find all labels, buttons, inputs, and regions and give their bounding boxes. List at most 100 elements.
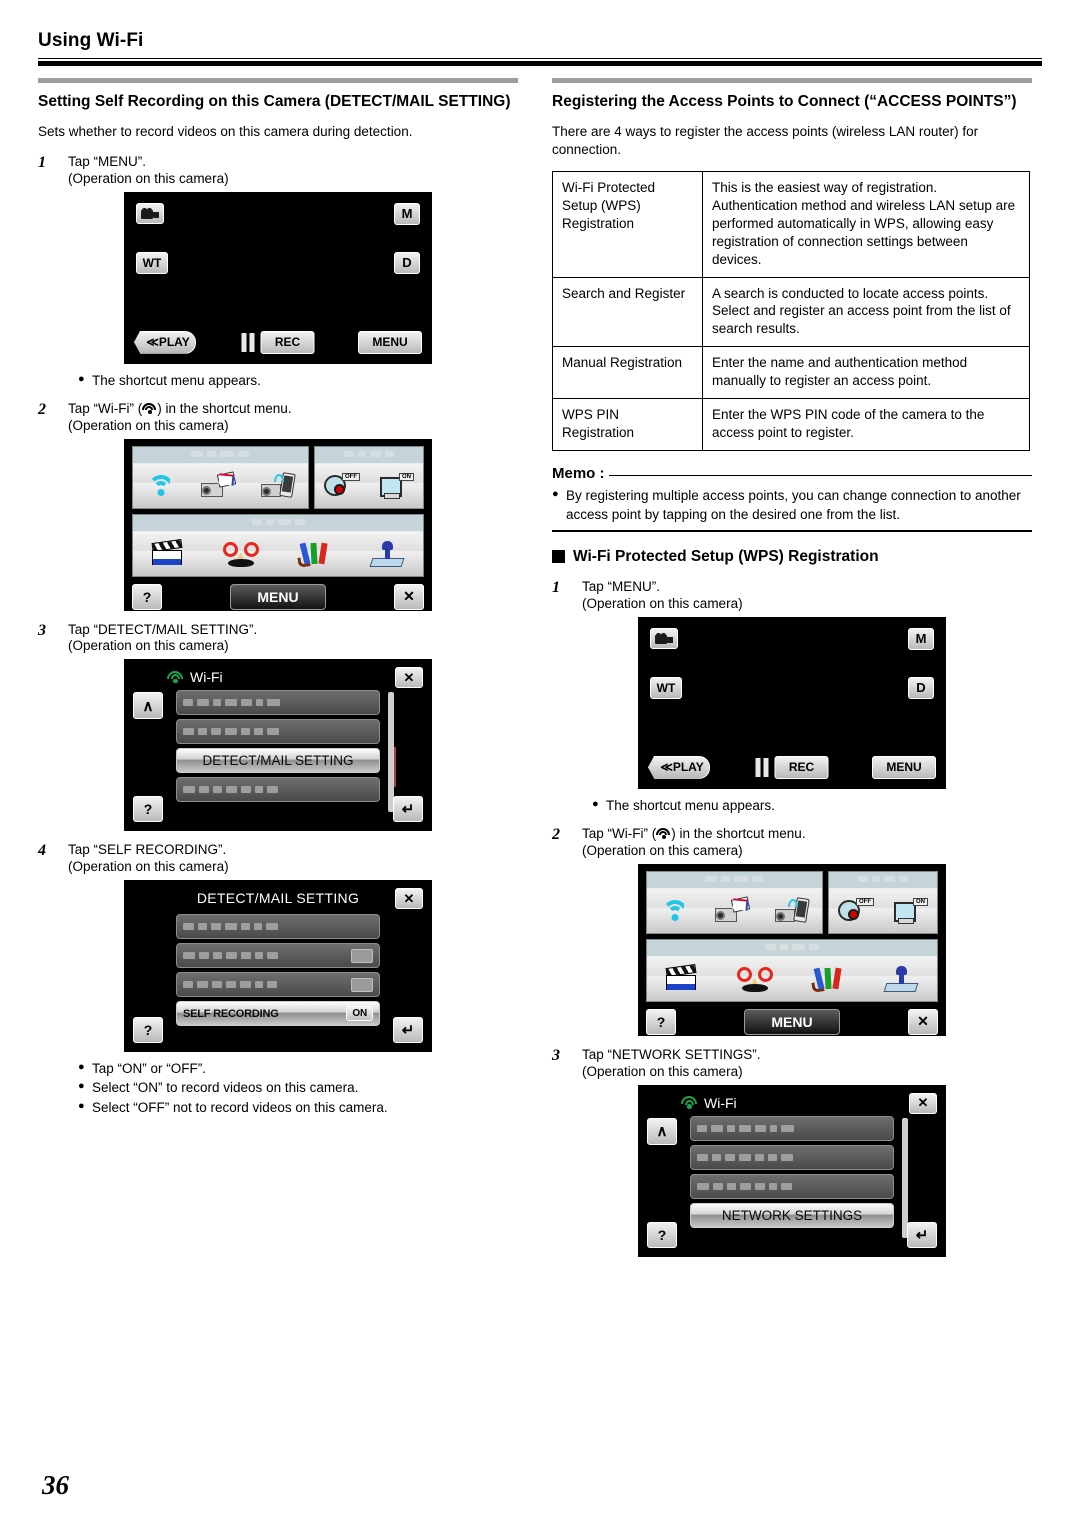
display-button[interactable]: D (908, 676, 934, 699)
close-icon[interactable]: ✕ (394, 583, 424, 610)
menu-button[interactable]: MENU (744, 1008, 840, 1035)
manual-mode-button[interactable]: M (908, 627, 934, 650)
size-on-icon[interactable]: ON (892, 897, 928, 924)
zoom-wt-button[interactable]: WT (650, 676, 682, 699)
rec-off-icon[interactable]: OFF (837, 897, 874, 924)
close-icon[interactable]: ✕ (908, 1008, 938, 1035)
list-item[interactable] (176, 972, 380, 998)
bullet-dot: ● (78, 1080, 85, 1093)
help-button[interactable]: ? (132, 583, 162, 610)
list-item[interactable] (176, 690, 380, 716)
rec-off-icon[interactable]: OFF (323, 472, 360, 499)
screen-title: Wi-Fi (133, 667, 423, 687)
play-button[interactable]: ≪PLAY (134, 330, 196, 354)
manual-page: Using Wi-Fi Setting Self Recording on th… (0, 0, 1080, 1527)
bullet-dot: ● (552, 488, 559, 501)
right-after-step1-bullets: ● The shortcut menu appears. (592, 796, 1032, 815)
left-step-4: 4 Tap “SELF RECORDING”. (Operation on th… (38, 841, 518, 874)
stamp-icon[interactable] (369, 540, 405, 567)
mail-camera-icon[interactable] (201, 470, 237, 499)
back-button[interactable]: ↵ (393, 796, 423, 823)
pencils-icon[interactable] (810, 966, 848, 993)
screen-title-text: Wi-Fi (704, 1094, 737, 1111)
list-item[interactable] (690, 1144, 894, 1170)
bullet-item: ● Select “ON” to record videos on this c… (78, 1078, 518, 1097)
left-step-3: 3 Tap “DETECT/MAIL SETTING”. (Operation … (38, 621, 518, 654)
close-icon[interactable]: ✕ (909, 1092, 937, 1114)
bullet-item: ● Select “OFF” not to record videos on t… (78, 1098, 518, 1117)
menu-button[interactable]: MENU (230, 583, 326, 610)
pencils-icon[interactable] (296, 541, 334, 568)
scrollbar-thumb[interactable] (394, 747, 396, 788)
step-text: Tap “MENU”. (68, 153, 147, 169)
toggle-indicator[interactable] (351, 948, 373, 963)
panel-icons: OFF ON (315, 466, 423, 508)
display-button[interactable]: D (394, 251, 420, 274)
help-button[interactable]: ? (133, 796, 163, 823)
panel-title-blur (133, 518, 423, 525)
blurred-label (697, 1182, 792, 1190)
menu-button[interactable]: MENU (358, 330, 422, 354)
list-item[interactable] (690, 1173, 894, 1199)
menu-button[interactable]: MENU (872, 755, 936, 779)
list-item-detect-mail-setting[interactable]: DETECT/MAIL SETTING (176, 748, 380, 774)
camera-phone-icon[interactable] (261, 471, 296, 499)
back-button[interactable]: ↵ (907, 1221, 937, 1248)
back-button[interactable]: ↵ (393, 1017, 423, 1044)
manual-mode-button[interactable]: M (394, 202, 420, 225)
wifi-icon[interactable] (146, 474, 176, 497)
stamp-icon[interactable] (883, 965, 919, 992)
close-icon[interactable]: ✕ (395, 667, 423, 689)
scroll-up-button[interactable]: ∧ (133, 692, 163, 720)
shortcut-panel-rec[interactable]: OFF ON (827, 870, 938, 934)
sub-heading: Wi-Fi Protected Setup (WPS) Registration (552, 548, 1032, 566)
close-icon[interactable]: ✕ (395, 888, 423, 910)
right-section-title: Registering the Access Points to Connect… (552, 93, 1017, 110)
list-item[interactable] (176, 914, 380, 940)
table-cell-method: Search and Register (552, 276, 703, 348)
bullet-dot: ● (78, 372, 85, 385)
menu-list: DETECT/MAIL SETTING (176, 690, 380, 806)
rec-button[interactable]: REC (774, 755, 829, 779)
help-button[interactable]: ? (646, 1008, 676, 1035)
glasses-mustache-icon[interactable] (221, 541, 261, 567)
self-recording-value[interactable]: ON (346, 1006, 373, 1022)
camera-rec-screen: M WT D ≪PLAY REC MENU (124, 191, 432, 364)
list-item-self-recording[interactable]: SELF RECORDING ON (176, 1001, 380, 1027)
list-item[interactable] (176, 719, 380, 745)
clapperboard-icon[interactable] (665, 963, 698, 992)
list-item[interactable] (176, 777, 380, 803)
toggle-indicator[interactable] (351, 977, 373, 992)
wifi-icon (681, 1096, 698, 1109)
clapperboard-icon[interactable] (151, 538, 184, 567)
step-subtext: (Operation on this camera) (582, 1063, 743, 1079)
header-rule-thick (38, 61, 1042, 66)
right-column: Registering the Access Points to Connect… (552, 78, 1032, 1261)
wifi-icon[interactable] (660, 899, 690, 922)
right-step-3: 3 Tap “NETWORK SETTINGS”. (Operation on … (552, 1046, 1032, 1079)
zoom-wt-button[interactable]: WT (136, 251, 168, 274)
list-item[interactable] (176, 943, 380, 969)
step-number: 3 (552, 1046, 560, 1064)
rec-button[interactable]: REC (260, 330, 315, 354)
help-button[interactable]: ? (647, 1221, 677, 1248)
shortcut-panel-effects[interactable] (646, 938, 938, 1002)
shortcut-panel-rec[interactable]: OFF ON (313, 445, 424, 509)
glasses-mustache-icon[interactable] (735, 966, 775, 992)
help-button[interactable]: ? (133, 1017, 163, 1044)
scroll-up-button[interactable]: ∧ (647, 1117, 677, 1145)
list-item[interactable] (690, 1115, 894, 1141)
shortcut-panel-wifi[interactable] (646, 870, 823, 934)
list-item-network-settings[interactable]: NETWORK SETTINGS (690, 1202, 894, 1228)
step-subtext: (Operation on this camera) (68, 170, 229, 186)
scrollbar[interactable] (902, 1117, 908, 1238)
play-button[interactable]: ≪PLAY (648, 755, 710, 779)
blurred-label (183, 786, 278, 794)
camera-phone-icon[interactable] (775, 896, 810, 924)
shortcut-panel-wifi[interactable] (132, 445, 309, 509)
size-on-icon[interactable]: ON (378, 472, 414, 499)
mail-camera-icon[interactable] (715, 896, 751, 924)
table-cell-description: This is the easiest way of registration.… (702, 170, 1030, 278)
right-step-2: 2 Tap “Wi-Fi” () in the shortcut menu. (… (552, 825, 1032, 858)
shortcut-panel-effects[interactable] (132, 513, 424, 577)
